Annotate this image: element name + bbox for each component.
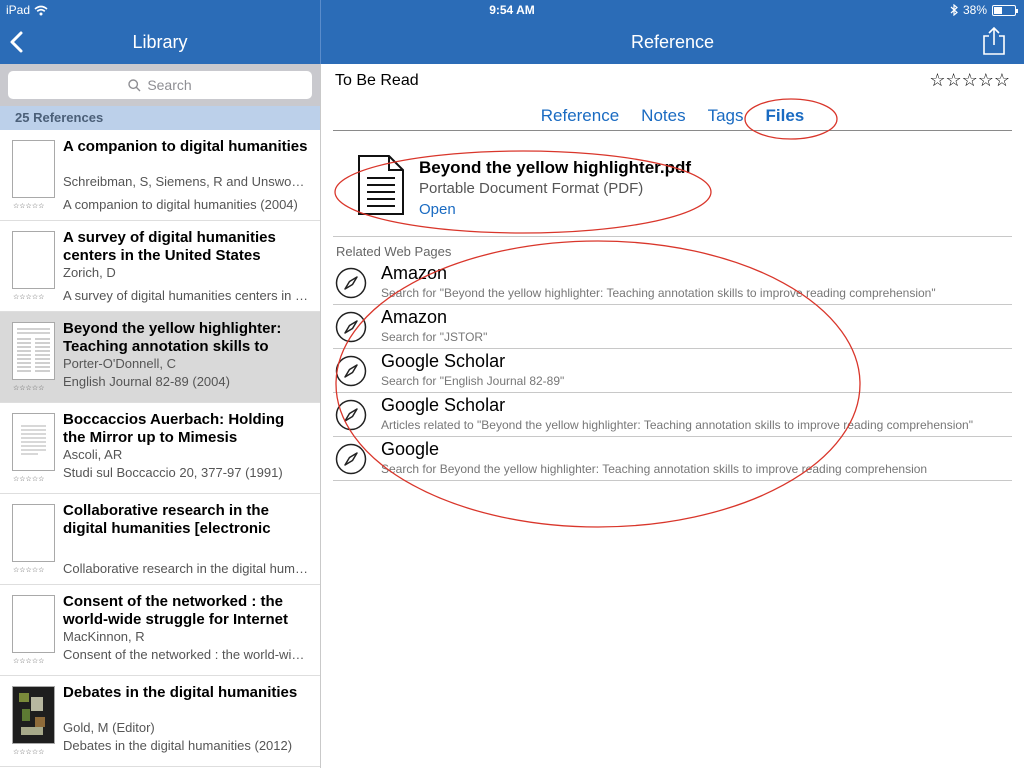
web-page-row[interactable]: Amazon Search for "Beyond the yellow hig… [333, 261, 1012, 305]
reference-publication: A companion to digital humanities (2004) [63, 197, 298, 212]
reference-list-item[interactable]: ☆☆☆☆☆ Collaborative research in the digi… [0, 494, 320, 585]
web-page-title: Amazon [381, 307, 448, 327]
web-page-title: Google [381, 439, 440, 459]
file-name: Beyond the yellow highlighter.pdf [419, 158, 692, 177]
reference-publication: Collaborative research in the digital hu… [63, 561, 308, 576]
web-page-subtitle: Articles related to "Beyond the yellow h… [381, 418, 973, 432]
reference-publication: English Journal 82-89 (2004) [63, 374, 230, 389]
reference-authors: Schreibman, S, Siemens, R and Unsworth, … [63, 174, 308, 189]
compass-icon [335, 443, 367, 475]
document-page-icon [17, 328, 50, 372]
document-page-icon [21, 425, 46, 455]
web-page-title: Amazon [381, 263, 448, 283]
battery-icon [992, 4, 1018, 16]
blank-cover-thumbnail [12, 595, 55, 653]
reference-title: Beyond the yellow highlighter: Teaching … [63, 320, 282, 355]
web-page-row[interactable]: Google Search for Beyond the yellow high… [333, 437, 1012, 481]
blank-cover-thumbnail [12, 504, 55, 562]
reference-authors: MacKinnon, R [63, 629, 145, 644]
battery-percent: 38% [962, 3, 987, 17]
reference-authors: Zorich, D [63, 265, 116, 280]
web-page-subtitle: Search for "English Journal 82-89" [381, 374, 565, 388]
reference-list-item[interactable]: ☆☆☆☆☆ Boccaccios Auerbach: Holding the M… [0, 403, 320, 494]
reference-publication: A survey of digital humanities centers i… [63, 288, 308, 303]
document-page-thumbnail [12, 413, 55, 471]
rating-stars-control[interactable]: ☆☆☆☆☆ [929, 70, 1010, 91]
reference-publication: Debates in the digital humanities (2012) [63, 738, 293, 753]
search-bar: Search [0, 64, 320, 106]
search-placeholder: Search [147, 77, 192, 93]
reference-title: Collaborative research in the digital hu… [63, 502, 271, 537]
reference-authors: Ascoli, AR [63, 447, 123, 462]
rating-stars: ☆☆☆☆☆ [13, 658, 45, 665]
blank-cover-thumbnail [12, 231, 55, 289]
web-page-row[interactable]: Amazon Search for "JSTOR" [333, 305, 1012, 349]
compass-icon [335, 267, 367, 299]
share-button[interactable] [980, 26, 1008, 56]
reference-publication: Consent of the networked : the world-wid… [63, 647, 308, 662]
reference-authors: Gold, M (Editor) [63, 720, 155, 735]
reference-detail-panel: To Be Read ☆☆☆☆☆ Reference Notes Tags Fi… [321, 64, 1024, 768]
web-page-subtitle: Search for Beyond the yellow highlighter… [381, 462, 928, 476]
status-bar: iPad 9:54 AM 38% [0, 0, 1024, 20]
file-divider [333, 236, 1012, 237]
tab-notes[interactable]: Notes [641, 106, 685, 126]
search-icon [128, 78, 141, 91]
reference-title: Consent of the networked : the world-wid… [63, 593, 289, 628]
compass-icon [335, 399, 367, 431]
collection-label: To Be Read [335, 72, 419, 89]
rating-stars: ☆☆☆☆☆ [13, 203, 45, 210]
web-page-title: Google Scholar [381, 395, 506, 415]
references-count-header: 25 References [0, 106, 320, 130]
web-page-subtitle: Search for "JSTOR" [381, 330, 488, 344]
open-file-link[interactable]: Open [419, 201, 456, 218]
detail-tabs: Reference Notes Tags Files [321, 106, 1024, 126]
search-input[interactable]: Search [8, 71, 312, 99]
compass-icon [335, 355, 367, 387]
share-icon [983, 26, 1005, 55]
reference-title: Boccaccios Auerbach: Holding the Mirror … [63, 411, 285, 446]
library-panel: Search 25 References ☆☆☆☆☆ A companion t… [0, 64, 320, 768]
web-page-row[interactable]: Google Scholar Articles related to "Beyo… [333, 393, 1012, 437]
file-type: Portable Document Format (PDF) [419, 180, 644, 197]
tab-files[interactable]: Files [766, 106, 805, 126]
compass-icon [335, 311, 367, 343]
document-page-thumbnail [12, 322, 55, 380]
reference-list-item[interactable]: ☆☆☆☆☆ A survey of digital humanities cen… [0, 221, 320, 312]
tab-reference[interactable]: Reference [541, 106, 619, 126]
reference-title: A survey of digital humanities centers i… [63, 229, 276, 264]
rating-stars: ☆☆☆☆☆ [13, 385, 45, 392]
reference-list-item-selected[interactable]: ☆☆☆☆☆ Beyond the yellow highlighter: Tea… [0, 312, 320, 403]
web-page-row[interactable]: Google Scholar Search for "English Journ… [333, 349, 1012, 393]
reference-title: Debates in the digital humanities [63, 684, 298, 701]
library-title: Library [132, 32, 188, 52]
reference-title: Reference [630, 32, 715, 52]
bluetooth-icon [950, 4, 958, 16]
rating-stars: ☆☆☆☆☆ [13, 476, 45, 483]
reference-authors: Porter-O'Donnell, C [63, 356, 177, 371]
related-web-pages-heading: Related Web Pages [336, 244, 452, 259]
reference-list-item[interactable]: ☆☆☆☆☆ A companion to digital humanities … [0, 130, 320, 221]
web-page-subtitle: Search for "Beyond the yellow highlighte… [381, 286, 936, 300]
blank-cover-thumbnail [12, 140, 55, 198]
rating-stars: ☆☆☆☆☆ [13, 294, 45, 301]
attached-file: Beyond the yellow highlighter.pdf Portab… [335, 154, 1012, 236]
book-cover-image [13, 687, 54, 743]
rating-stars: ☆☆☆☆☆ [13, 567, 45, 574]
reference-list-item[interactable]: ☆☆☆☆☆ Debates in the digital humanities … [0, 676, 320, 767]
tab-tags[interactable]: Tags [708, 106, 744, 126]
web-page-title: Google Scholar [381, 351, 506, 371]
status-time: 9:54 AM [489, 3, 535, 17]
reference-title: A companion to digital humanities [63, 138, 308, 155]
reference-publication: Studi sul Boccaccio 20, 377-97 (1991) [63, 465, 283, 480]
document-icon[interactable] [357, 154, 405, 216]
reference-list-item[interactable]: ☆☆☆☆☆ Consent of the networked : the wor… [0, 585, 320, 676]
tab-divider [333, 130, 1012, 131]
rating-stars: ☆☆☆☆☆ [13, 749, 45, 756]
book-cover-thumbnail [12, 686, 55, 744]
